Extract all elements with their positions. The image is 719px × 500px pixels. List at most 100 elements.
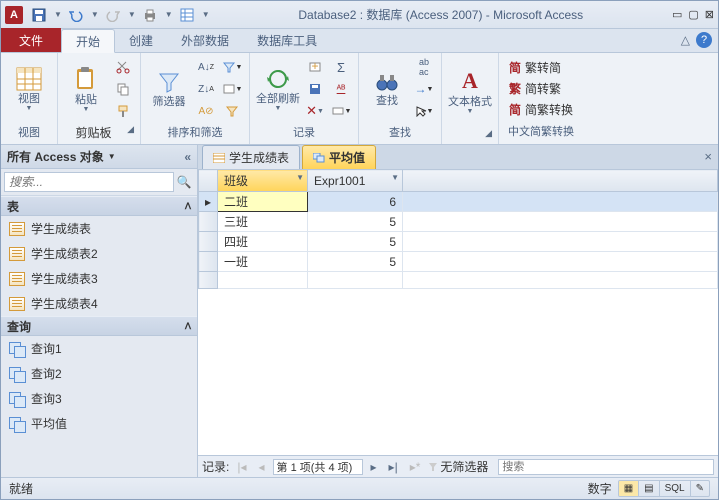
text-format-button[interactable]: A 文本格式 ▼ [448,58,492,124]
nav-item-table[interactable]: 学生成绩表 [1,216,197,241]
format-painter-icon[interactable] [112,101,134,121]
close-tab-icon[interactable]: × [704,149,712,164]
qat-datasheet-icon[interactable] [177,5,197,25]
nav-pane-header[interactable]: 所有 Access 对象 ▼ « [1,145,197,169]
help-icon[interactable]: ? [696,32,712,48]
design-view-icon[interactable]: ✎ [691,481,709,496]
table-row[interactable]: 三班 5 [199,212,718,232]
ribbon-tab-dbtools[interactable]: 数据库工具 [243,28,331,52]
close-button[interactable]: ⊠ [705,8,714,21]
first-record-button[interactable]: |◂ [233,460,250,474]
row-selector[interactable] [199,232,218,252]
sort-desc-icon[interactable]: Z↓A [195,79,217,99]
ribbon-tab-external[interactable]: 外部数据 [167,28,243,52]
collapse-pane-icon[interactable]: « [184,150,191,164]
sort-asc-icon[interactable]: A↓Z [195,57,217,77]
nav-item-query[interactable]: 查询1 [1,336,197,361]
chevron-down-icon[interactable]: ▼ [128,10,136,19]
search-input[interactable] [4,172,174,192]
sql-view-icon[interactable]: SQL [660,481,691,496]
column-dropdown-icon[interactable]: ▼ [391,173,399,182]
nav-category-tables[interactable]: 表 ᐱ [1,196,197,216]
advanced-filter-icon[interactable]: ▼ [221,79,243,99]
qat-print-icon[interactable] [140,5,160,25]
view-button[interactable]: 视图 ▼ [7,56,51,122]
chevron-down-icon[interactable]: ▼ [108,152,116,161]
doc-tab-table[interactable]: 学生成绩表 [202,145,300,169]
next-record-button[interactable]: ▸ [367,460,381,474]
column-dropdown-icon[interactable]: ▼ [296,173,304,182]
chevron-down-icon[interactable]: ▼ [91,10,99,19]
paste-button[interactable]: 粘贴 ▼ [64,56,108,122]
record-search-input[interactable] [498,459,714,475]
cell[interactable]: 6 [308,192,403,212]
new-record-icon[interactable]: + [304,57,326,77]
filter-button[interactable]: 筛选器 [147,56,191,122]
ribbon-tab-create[interactable]: 创建 [115,28,167,52]
table-row[interactable]: 四班 5 [199,232,718,252]
qat-save-icon[interactable] [29,5,49,25]
select-all-header[interactable] [199,170,218,192]
column-header[interactable]: Expr1001▼ [308,170,403,192]
cell[interactable]: 5 [308,252,403,272]
toggle-filter-icon[interactable] [221,101,243,121]
table-row[interactable]: ▸ 二班 6 [199,192,718,212]
simp-to-trad-button[interactable]: 繁简转繁 [505,79,577,98]
row-selector[interactable] [199,212,218,232]
nav-item-query[interactable]: 查询3 [1,386,197,411]
find-button[interactable]: 查找 [365,56,409,122]
search-icon[interactable]: 🔍 [174,172,194,192]
trad-to-simp-button[interactable]: 简繁转简 [505,58,577,77]
file-tab[interactable]: 文件 [1,28,61,52]
select-icon[interactable]: ▼ [413,101,435,121]
cut-icon[interactable] [112,57,134,77]
replace-icon[interactable]: abac [413,57,435,77]
nav-item-query[interactable]: 查询2 [1,361,197,386]
doc-tab-query[interactable]: 平均值 [302,145,376,169]
selection-filter-icon[interactable]: ▼ [221,57,243,77]
row-selector[interactable]: ▸ [199,192,218,212]
new-record-row[interactable] [199,272,718,289]
more-records-icon[interactable]: ▼ [330,101,352,121]
totals-icon[interactable]: Σ [330,57,352,77]
datasheet-view-icon[interactable]: ▦ [619,481,639,496]
nav-item-table[interactable]: 学生成绩表4 [1,291,197,316]
new-record-indicator[interactable] [199,272,218,289]
record-position-input[interactable] [273,459,363,475]
nav-item-table[interactable]: 学生成绩表3 [1,266,197,291]
cell[interactable]: 四班 [218,232,308,252]
nav-item-query[interactable]: 平均值 [1,411,197,436]
delete-record-icon[interactable]: ✕▼ [304,101,326,121]
row-selector[interactable] [199,252,218,272]
dialog-launcher-icon[interactable]: ◢ [485,128,492,139]
new-record-nav-button[interactable]: ▸* [406,460,425,474]
save-record-icon[interactable] [304,79,326,99]
chevron-down-icon[interactable]: ▼ [202,10,210,19]
cell[interactable] [218,272,308,289]
cell[interactable]: 三班 [218,212,308,232]
cell[interactable] [308,272,403,289]
clear-sort-icon[interactable]: A⊘ [195,101,217,121]
last-record-button[interactable]: ▸| [385,460,402,474]
ribbon-tab-home[interactable]: 开始 [61,29,115,53]
cell[interactable]: 一班 [218,252,308,272]
chevron-down-icon[interactable]: ▼ [165,10,173,19]
nav-item-table[interactable]: 学生成绩表2 [1,241,197,266]
chevron-down-icon[interactable]: ▼ [54,10,62,19]
cell[interactable]: 5 [308,212,403,232]
refresh-all-button[interactable]: 全部刷新 ▼ [256,56,300,122]
spelling-icon[interactable]: ᴬᴮ [330,79,352,99]
cell[interactable]: 5 [308,232,403,252]
pivot-view-icon[interactable]: ▤ [639,481,659,496]
chinese-convert-button[interactable]: 简简繁转换 [505,100,577,119]
datasheet-grid[interactable]: 班级▼ Expr1001▼ ▸ 二班 6 三班 5 [198,169,718,455]
prev-record-button[interactable]: ◂ [254,460,268,474]
ribbon-minimize-icon[interactable]: △ [681,33,690,47]
copy-icon[interactable] [112,79,134,99]
table-row[interactable]: 一班 5 [199,252,718,272]
qat-redo-icon[interactable] [103,5,123,25]
qat-undo-icon[interactable] [66,5,86,25]
maximize-button[interactable]: ▢ [688,8,698,21]
nav-category-queries[interactable]: 查询 ᐱ [1,316,197,336]
cell[interactable]: 二班 [218,192,308,212]
